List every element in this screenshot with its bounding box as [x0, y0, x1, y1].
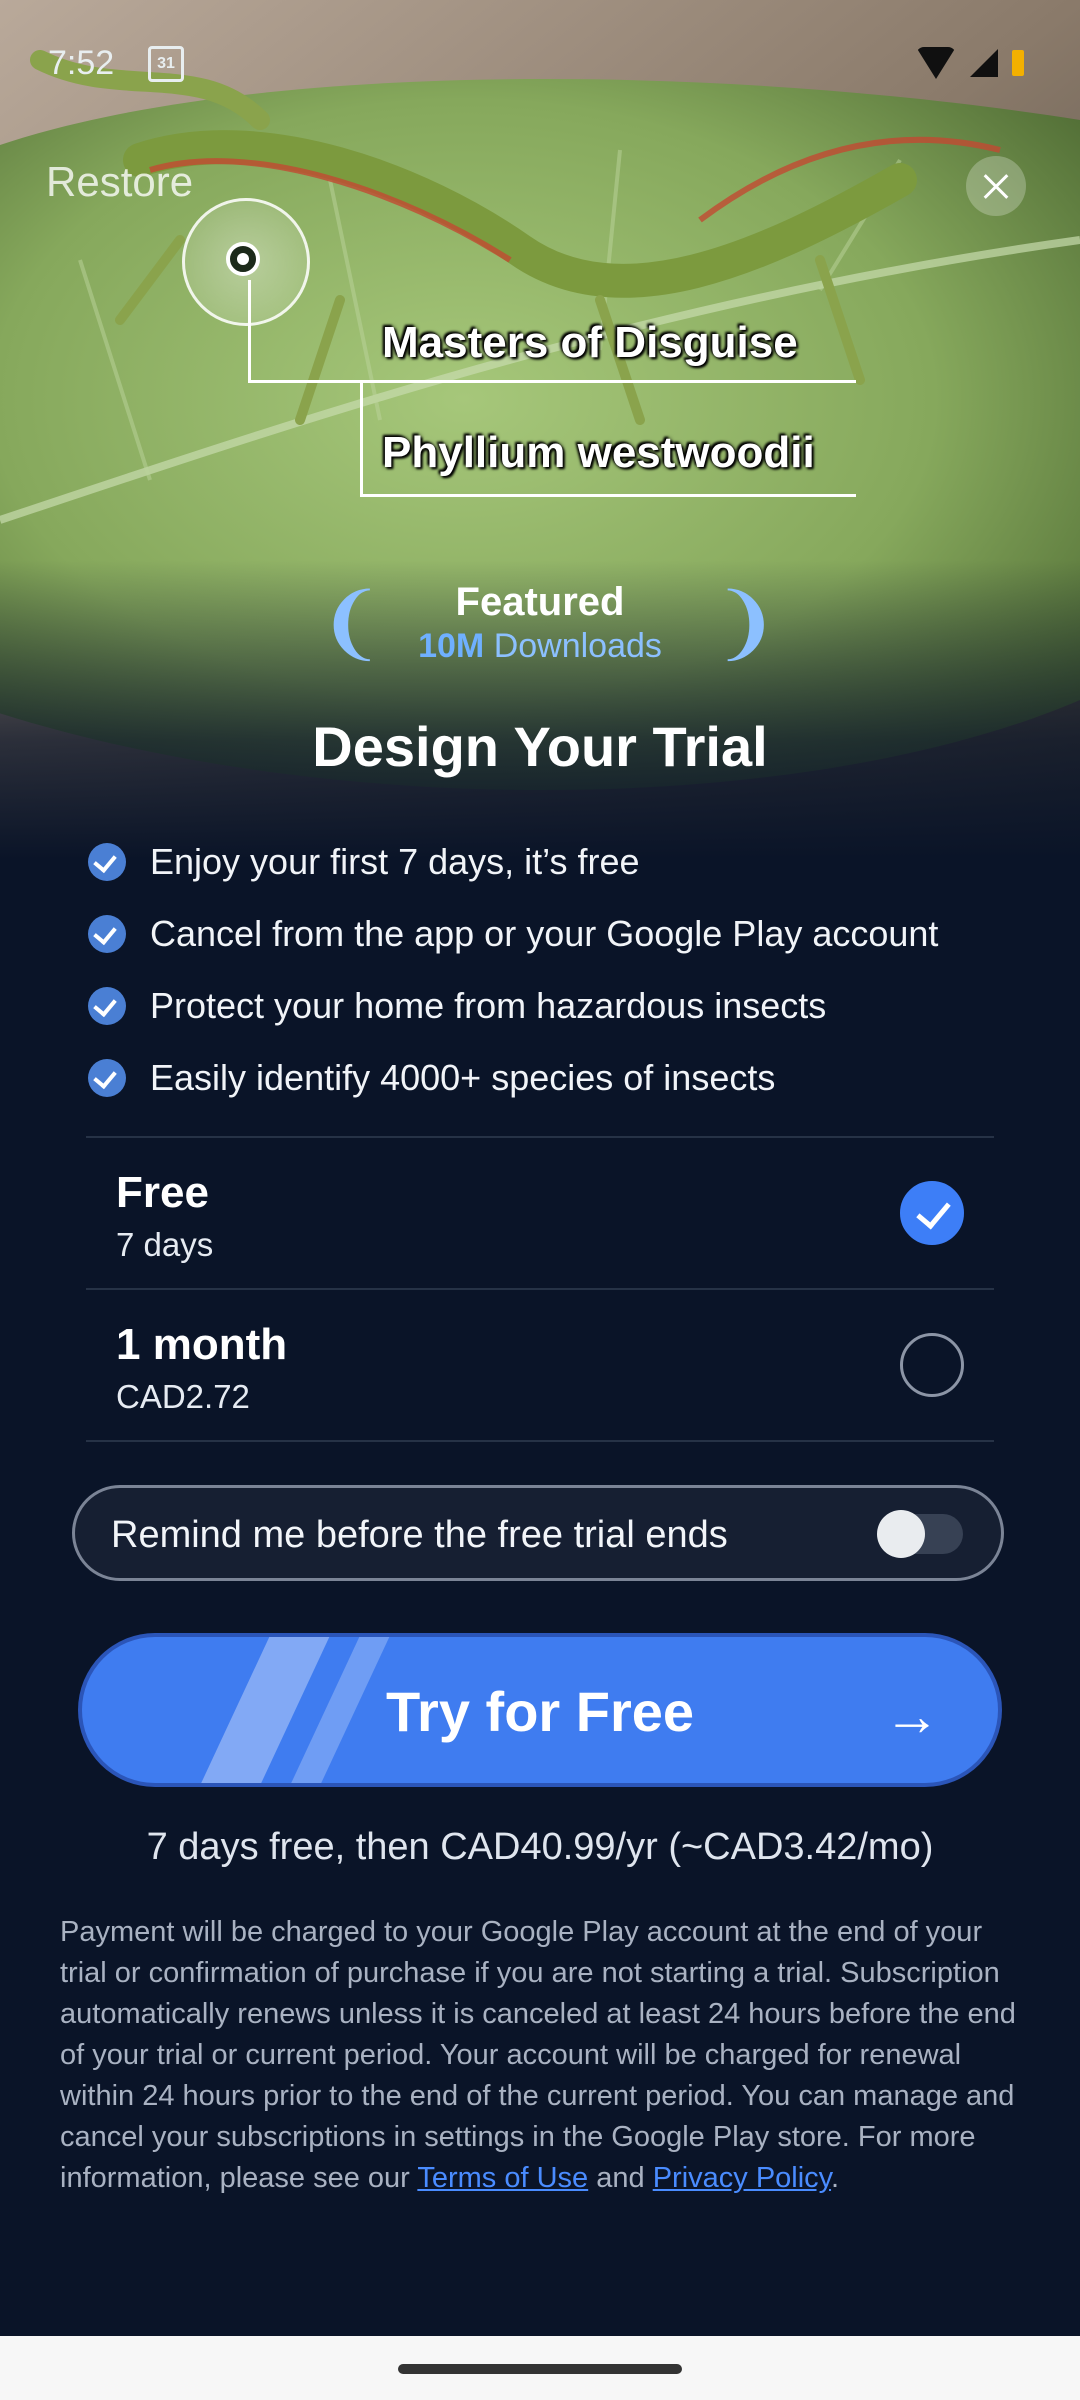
benefit-text: Protect your home from hazardous insects: [150, 985, 827, 1026]
status-bar: 7:52 31: [0, 0, 1080, 130]
wifi-icon: [916, 47, 956, 79]
radio-selected-icon[interactable]: [900, 1181, 964, 1245]
cellular-signal-icon: [970, 49, 998, 77]
plan-name: 1 month: [116, 1320, 288, 1369]
featured-title: Featured: [455, 580, 625, 624]
plan-detail: CAD2.72: [116, 1378, 250, 1415]
reminder-toggle[interactable]: [877, 1510, 963, 1558]
home-handle[interactable]: [398, 2364, 682, 2374]
radio-unselected-icon[interactable]: [900, 1333, 964, 1397]
plan-option-1-month[interactable]: 1 month CAD2.72: [86, 1288, 994, 1442]
plan-name: Free: [116, 1168, 209, 1217]
reminder-row[interactable]: Remind me before the free trial ends: [72, 1485, 1004, 1581]
download-count-number: 10M: [418, 627, 485, 665]
list-item: Enjoy your first 7 days, it’s free: [88, 826, 938, 898]
check-icon: [88, 915, 126, 953]
check-icon: [88, 1059, 126, 1097]
benefit-text: Cancel from the app or your Google Play …: [150, 913, 939, 954]
toggle-knob: [877, 1510, 925, 1558]
calendar-icon: 31: [148, 46, 184, 82]
annotation-line: [360, 382, 363, 496]
pin-icon: [226, 242, 260, 276]
arrow-right-icon: →: [884, 1684, 940, 1747]
list-item: Cancel from the app or your Google Play …: [88, 898, 938, 970]
plan-option-free[interactable]: Free 7 days: [86, 1136, 994, 1288]
featured-badge: Featured 10M Downloads: [0, 580, 1080, 666]
close-icon[interactable]: [966, 156, 1026, 216]
list-item: Easily identify 4000+ species of insects: [88, 1042, 938, 1114]
cta-label: Try for Free: [385, 1680, 695, 1743]
download-count: 10M Downloads: [0, 627, 1080, 666]
plan-detail: 7 days: [116, 1226, 214, 1263]
legal-and: and: [588, 2162, 653, 2194]
annotation-species: Phyllium westwoodii: [382, 428, 815, 477]
annotation-title: Masters of Disguise: [382, 318, 798, 367]
check-icon: [88, 843, 126, 881]
annotation-line: [248, 280, 251, 380]
clock: 7:52: [48, 44, 115, 82]
annotation-line: [360, 494, 856, 497]
benefit-text: Easily identify 4000+ species of insects: [150, 1057, 776, 1098]
list-item: Protect your home from hazardous insects: [88, 970, 938, 1042]
legal-text: Payment will be charged to your Google P…: [60, 1912, 1020, 2199]
benefits-list: Enjoy your first 7 days, it’s free Cance…: [88, 826, 938, 1114]
annotation-line: [248, 380, 856, 383]
restore-button[interactable]: Restore: [46, 158, 193, 206]
legal-end: .: [831, 2162, 840, 2194]
check-icon: [88, 987, 126, 1025]
battery-icon: [1012, 50, 1024, 76]
benefit-text: Enjoy your first 7 days, it’s free: [150, 841, 640, 882]
privacy-policy-link[interactable]: Privacy Policy: [653, 2162, 831, 2194]
terms-of-use-link[interactable]: Terms of Use: [417, 2162, 588, 2194]
plan-list: Free 7 days 1 month CAD2.72: [86, 1136, 994, 1442]
reminder-label: Remind me before the free trial ends: [111, 1514, 728, 1556]
try-for-free-button[interactable]: Try for Free →: [82, 1637, 998, 1783]
system-icons: [916, 46, 1024, 80]
price-note: 7 days free, then CAD40.99/yr (~CAD3.42/…: [146, 1826, 934, 1868]
legal-body: Payment will be charged to your Google P…: [60, 1916, 1016, 2194]
page-title: Design Your Trial: [312, 715, 768, 778]
download-count-label: Downloads: [493, 627, 662, 665]
